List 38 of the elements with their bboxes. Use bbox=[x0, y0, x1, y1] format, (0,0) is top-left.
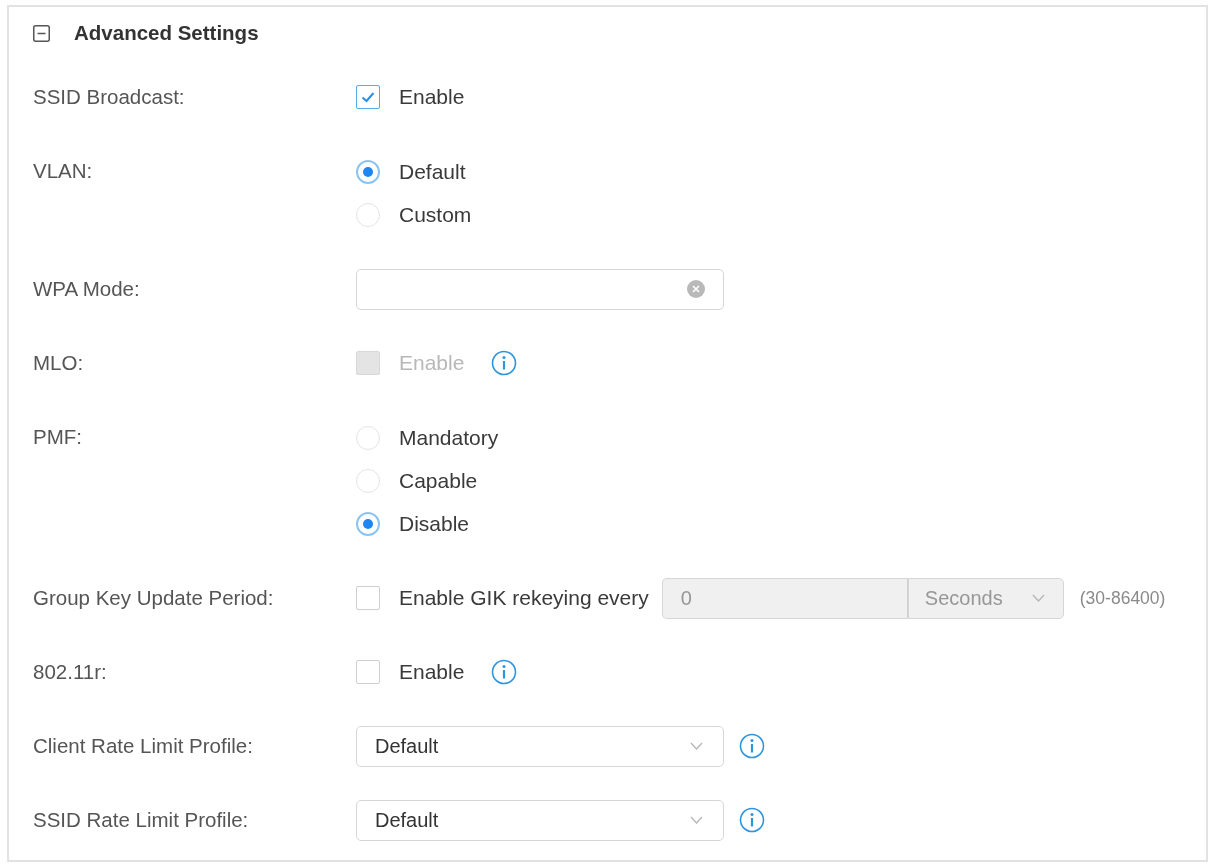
range-hint: (30-86400) bbox=[1079, 587, 1166, 609]
field-label: VLAN: bbox=[33, 158, 93, 184]
section-title: Advanced Settings bbox=[74, 21, 259, 45]
info-icon[interactable] bbox=[739, 807, 765, 833]
field-label: PMF: bbox=[33, 424, 82, 450]
field-label: Client Rate Limit Profile: bbox=[33, 733, 253, 759]
option-label: Enable bbox=[399, 660, 465, 684]
caret-icon bbox=[690, 816, 703, 824]
radio-button[interactable] bbox=[356, 159, 380, 184]
field-label: MLO: bbox=[33, 350, 84, 376]
input-field[interactable] bbox=[356, 268, 724, 310]
field-label: SSID Broadcast: bbox=[33, 84, 185, 110]
dropdown[interactable]: Default bbox=[356, 799, 724, 841]
dropdown[interactable]: Default bbox=[356, 725, 724, 767]
field-label: WPA Mode: bbox=[33, 276, 140, 302]
radio-button[interactable] bbox=[356, 511, 380, 536]
collapse-icon[interactable] bbox=[33, 24, 50, 42]
option-label: Enable bbox=[399, 85, 465, 109]
option-label: Mandatory bbox=[399, 425, 499, 450]
field-label: SSID Rate Limit Profile: bbox=[33, 807, 249, 833]
option-label: Capable bbox=[399, 468, 478, 493]
caret-icon bbox=[1031, 594, 1045, 602]
checkbox[interactable] bbox=[356, 85, 380, 109]
field-label: Group Key Update Period: bbox=[33, 585, 274, 611]
checkbox[interactable] bbox=[356, 660, 380, 684]
option-label: Disable bbox=[399, 511, 470, 536]
option-label: Enable bbox=[399, 351, 465, 375]
clear-icon[interactable] bbox=[687, 280, 705, 298]
caret-icon bbox=[690, 742, 703, 750]
info-icon[interactable] bbox=[739, 733, 765, 759]
option-label: Default bbox=[399, 159, 466, 184]
field-label: 802.11r: bbox=[33, 659, 107, 685]
info-icon[interactable] bbox=[491, 350, 518, 376]
option-label: Custom bbox=[399, 202, 472, 227]
option-label: Enable GIK rekeying every bbox=[399, 586, 649, 610]
checkbox[interactable] bbox=[356, 586, 380, 610]
checkmark-icon bbox=[361, 91, 375, 103]
info-icon[interactable] bbox=[491, 659, 518, 685]
